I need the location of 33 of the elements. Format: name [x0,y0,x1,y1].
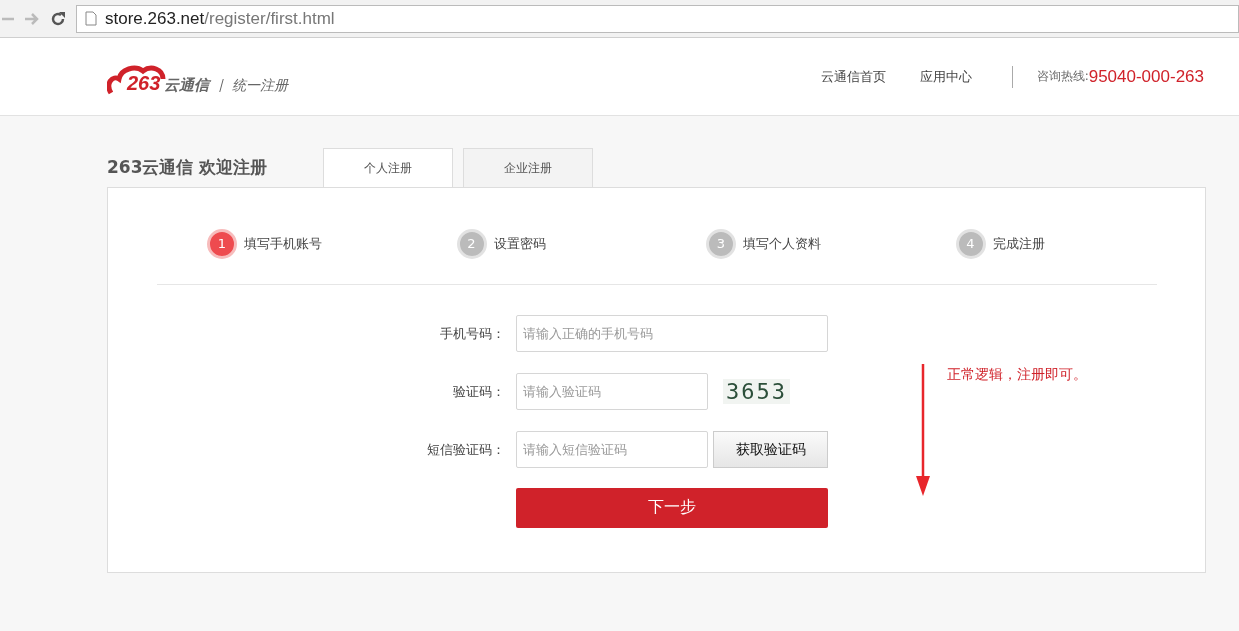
step-number: 3 [706,228,736,259]
input-field[interactable]: 请输入短信验证码 [516,431,708,468]
tab[interactable]: 企业注册 [463,148,593,187]
get-code-button[interactable]: 获取验证码 [713,431,828,468]
logo-number: 263 [127,71,161,95]
next-step-button[interactable]: 下一步 [516,487,828,528]
forward-arrow-icon[interactable] [24,11,40,26]
annotation-text: 正常逻辑，注册即可。 [947,366,1087,384]
page-icon [85,11,97,26]
captcha-image: 3653 [723,379,790,404]
step-label: 完成注册 [992,234,1045,253]
step-number: 1 [207,228,237,259]
nav-link[interactable]: 云通信首页 [820,67,886,86]
input-field[interactable]: 请输入正确的手机号码 [516,315,828,352]
hotline-label: 咨询热线: [1036,68,1089,85]
logo-name: 云通信 [164,75,210,95]
nav-link[interactable]: 应用中心 [919,67,972,86]
address-bar[interactable]: store.263.net/register/first.html [76,4,1239,33]
field-label: 验证码： [452,382,506,401]
step-label: 设置密码 [493,234,546,253]
hotline-number: 95040-000-263 [1088,66,1204,87]
step-number: 4 [955,228,986,259]
page-title: 263云通信 欢迎注册 [107,156,269,179]
reload-icon[interactable] [50,10,66,27]
field-label: 短信验证码： [426,440,506,459]
url-text: store.263.net/register/first.html [105,8,335,29]
step-label: 填写手机账号 [244,234,322,253]
tab[interactable]: 个人注册 [323,148,453,188]
step-number: 2 [456,228,487,259]
step-label: 填写个人资料 [743,234,821,253]
logo-subtitle: 统一注册 [232,76,289,95]
input-field[interactable]: 请输入验证码 [516,373,708,410]
field-label: 手机号码： [439,324,506,343]
